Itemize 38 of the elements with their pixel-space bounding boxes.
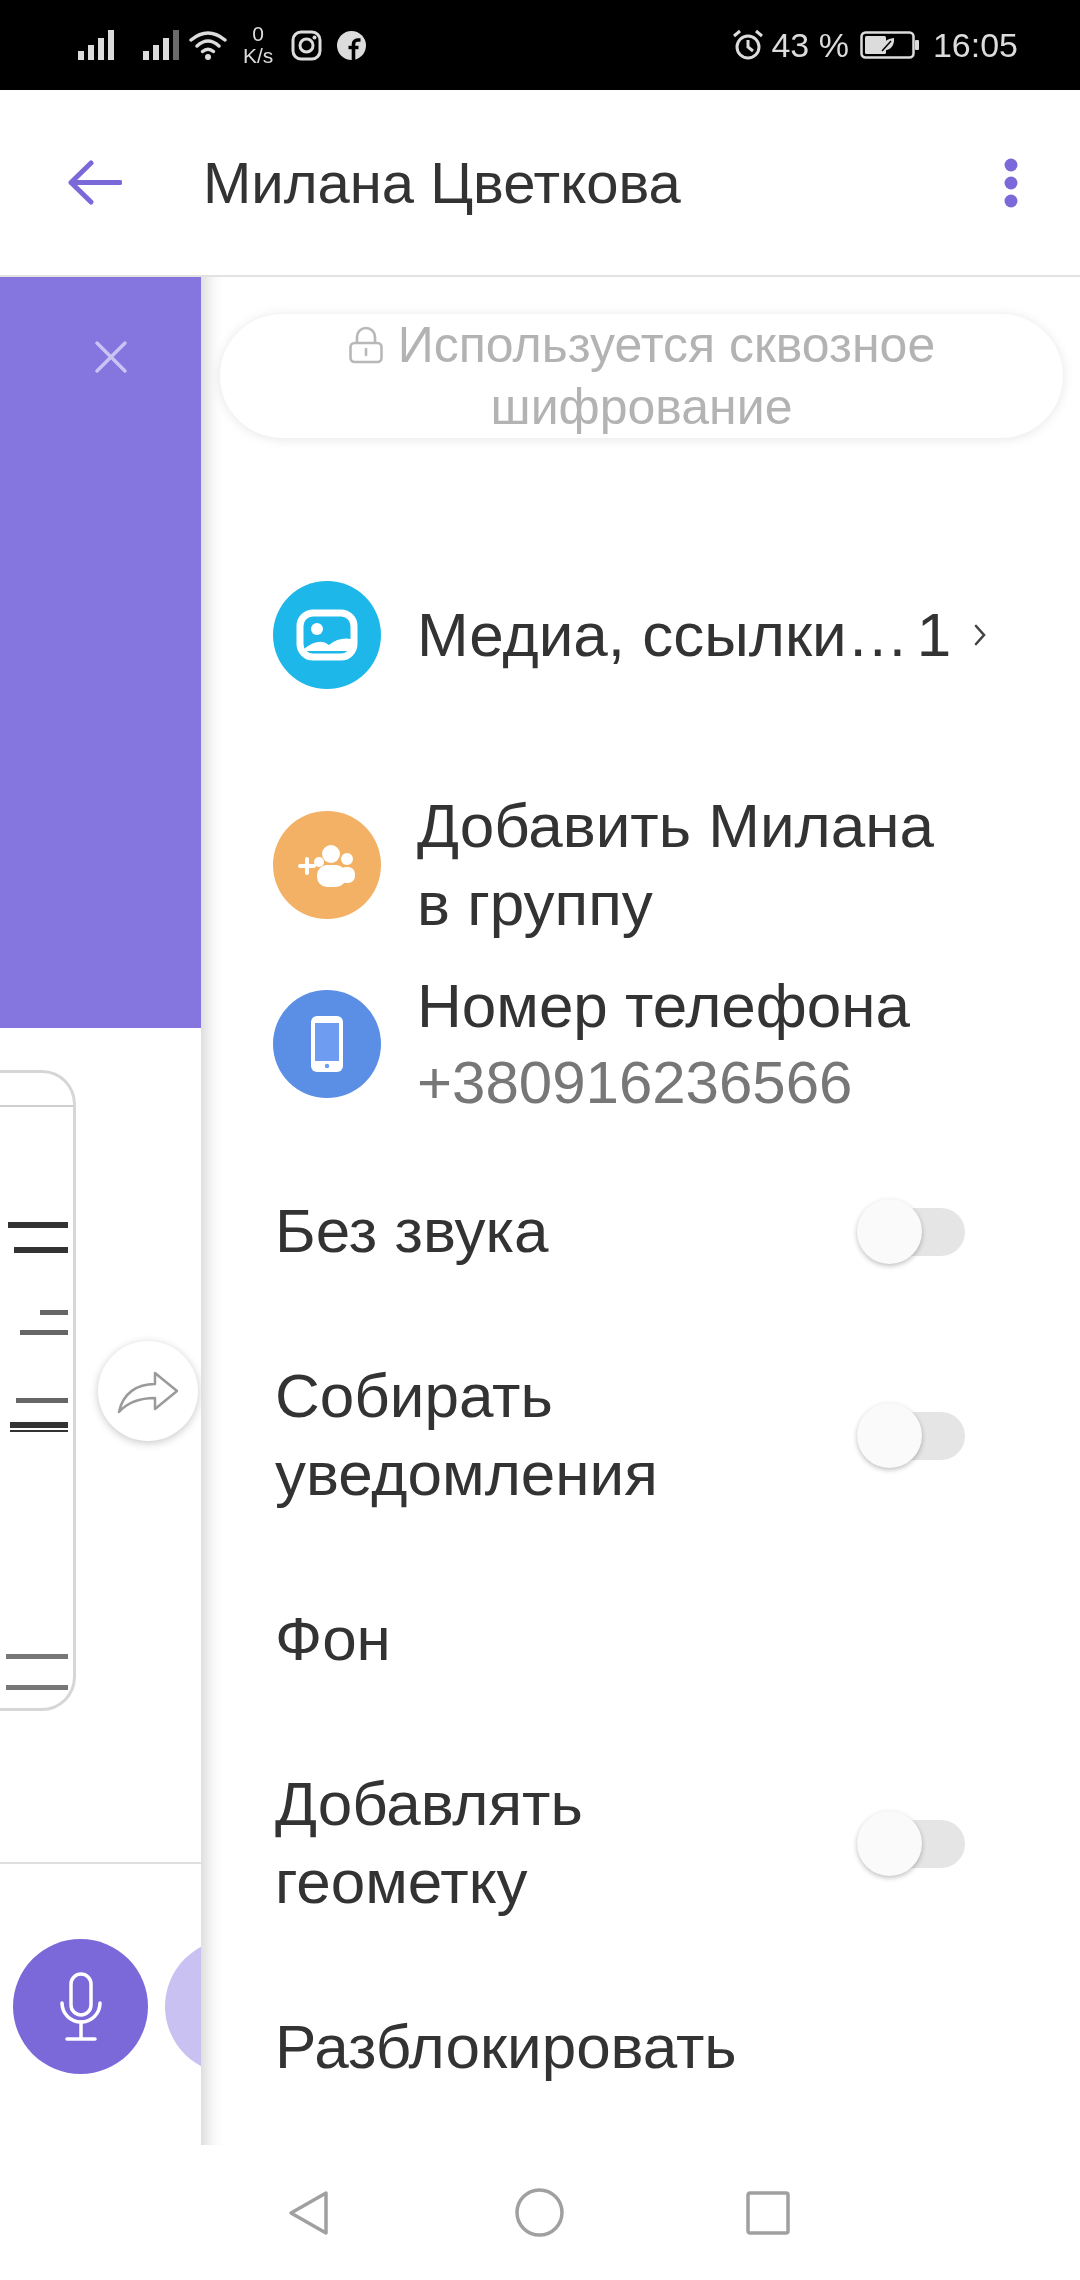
- signal-icon: [143, 30, 179, 60]
- toggle-switch[interactable]: [857, 1402, 965, 1468]
- phone-number-value: +380916236566: [417, 1048, 854, 1118]
- camera-icon: [291, 29, 323, 61]
- forward-button[interactable]: [98, 1340, 198, 1441]
- setting-item[interactable]: Разблокировать: [275, 2008, 737, 2086]
- network-speed-unit: K/s: [243, 45, 274, 67]
- encryption-notice: Используется сквозное шифрование: [397, 317, 936, 435]
- toggle-switch[interactable]: [857, 1810, 965, 1876]
- close-icon[interactable]: [94, 340, 128, 374]
- nav-recents-icon[interactable]: [746, 2190, 790, 2235]
- f-circle-icon: [337, 30, 367, 60]
- media-count: 1: [916, 599, 952, 671]
- setting-label: Без звука: [275, 1195, 549, 1267]
- setting-item[interactable]: Фон: [275, 1600, 391, 1678]
- picture-icon: [273, 581, 381, 689]
- wifi-icon: [189, 30, 227, 60]
- lock-icon: [347, 326, 384, 364]
- nav-back-icon[interactable]: [286, 2188, 330, 2237]
- nav-home-icon[interactable]: [515, 2188, 564, 2237]
- clock-time: 16:05: [932, 28, 1018, 62]
- setting-label: Собирать уведомления: [275, 1360, 659, 1510]
- phone-number-label[interactable]: Номер телефона: [417, 967, 911, 1045]
- media-links-item[interactable]: Медиа, ссылки…: [417, 596, 909, 674]
- alarm-icon: [732, 29, 765, 61]
- battery-percent: 43 %: [771, 28, 849, 62]
- back-arrow-icon[interactable]: [67, 160, 122, 205]
- network-speed-value: 0: [251, 23, 265, 45]
- add-to-group-item[interactable]: Добавить Милана в группу: [417, 787, 960, 943]
- chevron-right-icon[interactable]: [973, 623, 988, 647]
- phone-icon: [273, 989, 381, 1098]
- signal-icon: [78, 30, 114, 60]
- menu-dots-icon[interactable]: [1004, 157, 1018, 208]
- contact-name-title: Милана Цветкова: [203, 149, 681, 217]
- toggle-switch[interactable]: [857, 1198, 965, 1264]
- add-people-icon: [273, 811, 381, 919]
- setting-label: Добавлять геометку: [275, 1768, 584, 1918]
- battery-icon: [859, 31, 920, 59]
